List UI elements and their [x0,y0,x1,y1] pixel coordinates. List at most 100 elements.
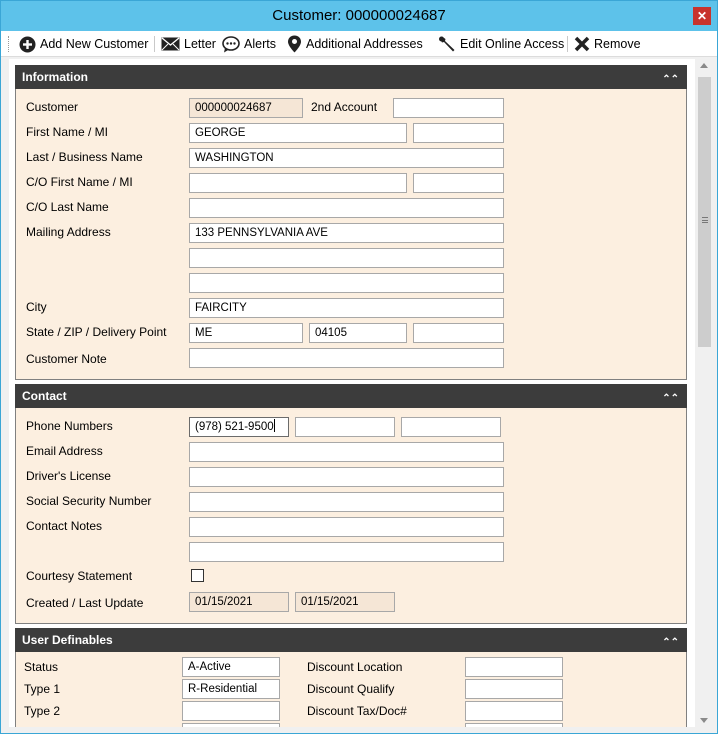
map-pin-icon [288,35,301,53]
alerts-label: Alerts [244,37,276,51]
co-first-name-field[interactable] [189,173,407,193]
state-field[interactable]: ME [189,323,303,343]
scrollbar-thumb[interactable] [698,77,711,347]
customer-note-label: Customer Note [26,352,107,366]
ssn-field[interactable] [189,492,504,512]
delivery-point-field[interactable] [413,323,504,343]
title-bar[interactable]: Customer: 000000024687 ✕ [1,1,717,31]
zip-field[interactable]: 04105 [309,323,407,343]
customer-label: Customer [26,100,79,114]
contact-panel: Phone Numbers (978) 521-9500 Email Addre… [15,408,687,624]
co-last-name-field[interactable] [189,198,504,218]
phone-numbers-label: Phone Numbers [26,419,113,433]
additional-addresses-label: Additional Addresses [306,37,423,51]
city-label: City [26,300,47,314]
last-name-field[interactable]: WASHINGTON [189,148,504,168]
next-definable-field[interactable] [182,723,280,727]
x-mark-icon [574,36,590,52]
status-field[interactable]: A-Active [182,657,280,677]
user-definables-panel: Status A-Active Discount Location Type 1… [15,652,687,727]
additional-addresses-button[interactable]: Additional Addresses [287,34,423,54]
text-caret [273,419,275,432]
discount-tax-doc-label: Discount Tax/Doc# [307,704,407,718]
ssn-label: Social Security Number [26,494,152,508]
phone-1-field[interactable]: (978) 521-9500 [189,417,289,437]
window-title: Customer: 000000024687 [272,7,446,24]
discount-qualify-label: Discount Qualify [307,682,395,696]
middle-initial-field[interactable] [413,123,504,143]
contact-title: Contact [22,389,67,403]
created-last-update-label: Created / Last Update [26,596,144,610]
second-account-field[interactable] [393,98,504,118]
envelope-icon [161,37,180,51]
information-section-header[interactable]: Information ⌃⌃ [15,65,687,89]
contact-notes-line-2[interactable] [189,542,504,562]
mailing-address-label: Mailing Address [26,225,111,239]
phone-2-field[interactable] [295,417,395,437]
plus-circle-icon [19,36,36,52]
co-first-name-label: C/O First Name / MI [26,175,133,189]
scroll-up-arrow-icon[interactable] [700,63,708,68]
wrench-icon [439,36,455,52]
toolbar-grip [8,36,11,52]
email-field[interactable] [189,442,504,462]
add-new-customer-button[interactable]: Add New Customer [19,34,148,54]
scroll-down-arrow-icon[interactable] [700,718,708,723]
close-button[interactable]: ✕ [693,7,711,25]
last-name-label: Last / Business Name [26,150,143,164]
toolbar: Add New Customer Letter Alerts Additiona… [1,31,717,57]
created-date-field: 01/15/2021 [189,592,289,612]
add-new-customer-label: Add New Customer [40,37,149,51]
information-title: Information [22,70,88,84]
discount-location-label: Discount Location [307,660,403,674]
mailing-address-line-2[interactable] [189,248,504,268]
drivers-license-label: Driver's License [26,469,111,483]
status-label: Status [24,660,59,674]
phone-3-field[interactable] [401,417,501,437]
alerts-button[interactable]: Alerts [222,34,276,54]
last-update-date-field: 01/15/2021 [295,592,395,612]
customer-note-field[interactable] [189,348,504,368]
user-definables-section-header[interactable]: User Definables ⌃⌃ [15,628,687,652]
edit-online-access-button[interactable]: Edit Online Access [438,34,564,54]
type1-field[interactable]: R-Residential [182,679,280,699]
phone-1-value: (978) 521-9500 [195,421,274,433]
edit-online-access-label: Edit Online Access [460,37,565,51]
courtesy-statement-label: Courtesy Statement [26,569,133,583]
letter-button[interactable]: Letter [161,34,216,54]
co-last-name-label: C/O Last Name [26,200,109,214]
next-definable-field[interactable] [465,723,563,727]
contact-notes-label: Contact Notes [26,519,103,533]
letter-label: Letter [184,37,216,51]
mailing-address-line-1[interactable]: 133 PENNSYLVANIA AVE [189,223,504,243]
speech-bubble-icon [222,35,240,52]
remove-label: Remove [594,37,641,51]
type2-field[interactable] [182,701,280,721]
user-definables-title: User Definables [22,633,113,647]
discount-location-field[interactable] [465,657,563,677]
discount-tax-doc-field[interactable] [465,701,563,721]
customer-number-field: 000000024687 [189,98,303,118]
city-field[interactable]: FAIRCITY [189,298,504,318]
customer-window: Customer: 000000024687 ✕ Add New Custome… [0,0,718,734]
co-middle-initial-field[interactable] [413,173,504,193]
state-zip-label: State / ZIP / Delivery Point [26,325,167,339]
vertical-scrollbar[interactable] [696,59,713,727]
type1-label: Type 1 [24,682,61,696]
toolbar-separator [154,36,155,52]
information-panel: Customer 000000024687 2nd Account First … [15,89,687,380]
remove-button[interactable]: Remove [574,34,641,54]
drivers-license-field[interactable] [189,467,504,487]
contact-section-header[interactable]: Contact ⌃⌃ [15,384,687,408]
discount-qualify-field[interactable] [465,679,563,699]
second-account-label: 2nd Account [311,100,378,114]
courtesy-statement-checkbox[interactable] [191,569,204,582]
first-name-label: First Name / MI [26,125,109,139]
toolbar-separator [567,36,568,52]
contact-notes-line-1[interactable] [189,517,504,537]
mailing-address-line-3[interactable] [189,273,504,293]
type2-label: Type 2 [24,704,61,718]
first-name-field[interactable]: GEORGE [189,123,407,143]
scrollbar-grip-icon [702,217,708,223]
customer-form: Information ⌃⌃ Customer 000000024687 2nd… [9,59,695,727]
